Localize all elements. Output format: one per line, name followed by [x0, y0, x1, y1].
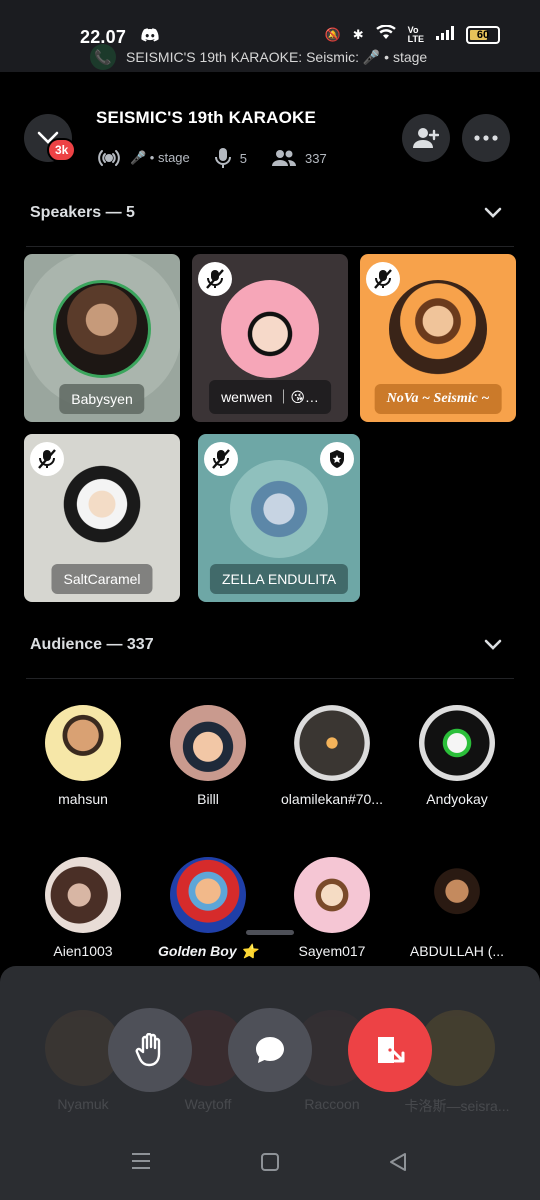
audience-name: Waytoff [184, 1096, 232, 1112]
chat-button[interactable] [228, 1008, 312, 1092]
ongoing-call-notification[interactable]: 📞 SEISMIC'S 19th KARAOKE: Seismic: 🎤 • s… [90, 44, 427, 70]
speaker-tile-zella[interactable]: ZELLA ENDULITA [198, 434, 360, 602]
notification-text: SEISMIC'S 19th KARAOKE: Seismic: 🎤 • sta… [126, 48, 428, 65]
audience-member[interactable]: Sayem017 [270, 857, 394, 959]
stage-call-icon: 📞 [90, 44, 116, 70]
avatar [170, 705, 246, 781]
avatar [230, 460, 328, 558]
status-icons: 🔕 ✱ Vo LTE 60 [324, 24, 500, 44]
notification-badge: 3k [47, 138, 77, 162]
section-divider [26, 246, 514, 247]
audience-name: Andyokay [426, 791, 488, 807]
sheet-drag-handle[interactable] [246, 930, 294, 935]
recents-nav-button[interactable] [130, 1152, 152, 1175]
avatar [170, 857, 246, 933]
audience-member[interactable]: Andyokay [395, 705, 519, 807]
listeners-count: 337 [305, 150, 327, 166]
audience-name: Raccoon [304, 1096, 360, 1112]
mute-bell-icon: 🔕 [324, 26, 341, 42]
audience-collapse-toggle[interactable] [484, 638, 502, 656]
people-icon [272, 150, 296, 166]
speaker-tile-babysyen[interactable]: Babysyen [24, 254, 180, 422]
bluetooth-icon: ✱ [352, 26, 364, 42]
page-title: SEISMIC'S 19th KARAOKE [96, 108, 317, 127]
audience-member[interactable]: olamilekan#70... [270, 705, 394, 807]
wifi-icon [375, 24, 396, 44]
back-nav-button[interactable] [388, 1152, 408, 1177]
leave-door-icon [378, 1037, 405, 1063]
avatar [294, 857, 370, 933]
menu-lines-icon [132, 1153, 150, 1169]
speaker-name: Babysyen [59, 384, 145, 414]
audience-name: 卡洛斯—seisra... [404, 1098, 510, 1114]
microphone-icon [214, 148, 231, 168]
invite-button[interactable] [402, 114, 450, 162]
audience-member[interactable]: mahsun [21, 705, 145, 807]
avatar [53, 460, 151, 558]
audience-name: Golden Boy ⭐ [158, 943, 258, 959]
avatar [419, 857, 495, 933]
avatar [53, 280, 151, 378]
audience-name: Aien1003 [53, 943, 113, 959]
avatar [419, 705, 495, 781]
audience-name: Billl [197, 791, 219, 807]
leave-stage-button[interactable] [348, 1008, 432, 1092]
speaker-name: NoVa ~ Seismic ~ [374, 384, 502, 414]
signal-icon [436, 26, 454, 43]
avatar [45, 857, 121, 933]
audience-member[interactable]: ABDULLAH (... [395, 857, 519, 959]
stage-icon [98, 150, 120, 166]
muted-mic-icon [204, 442, 238, 476]
chevron-down-icon [484, 207, 502, 218]
back-triangle-icon [390, 1153, 406, 1171]
audience-name: mahsun [58, 791, 108, 807]
home-nav-button[interactable] [260, 1152, 280, 1177]
stage-topic: 🎤 • stage [130, 150, 190, 165]
audience-section-title: Audience — 337 [30, 636, 154, 653]
chat-bubble-icon [256, 1037, 284, 1063]
muted-mic-icon [30, 442, 64, 476]
avatar [389, 280, 487, 378]
audience-name: Nyamuk [57, 1096, 109, 1112]
speaker-tile-wenwen[interactable]: wenwen ｜😘… [192, 254, 348, 422]
speaker-tile-nova[interactable]: NoVa ~ Seismic ~ [360, 254, 516, 422]
raise-hand-button[interactable] [108, 1008, 192, 1092]
raise-hand-icon [135, 1033, 161, 1067]
add-person-icon [413, 128, 439, 148]
speaker-name: ZELLA ENDULITA [209, 564, 349, 594]
moderator-shield-icon [320, 442, 354, 476]
avatar [45, 705, 121, 781]
speakers-count: 5 [239, 150, 247, 166]
speaker-tile-saltcaramel[interactable]: SaltCaramel [24, 434, 180, 602]
audience-member[interactable]: Billl [146, 705, 270, 807]
square-icon [261, 1153, 279, 1171]
stage-meta: 🎤 • stage 5 337 [96, 145, 327, 171]
audience-name: ABDULLAH (... [409, 943, 505, 959]
speakers-section-title: Speakers — 5 [30, 204, 135, 221]
audience-name: olamilekan#70... [281, 791, 383, 807]
status-bar: 22.07 🔕 ✱ Vo LTE 60 📞 SEISMIC'S 19th KARA… [0, 0, 540, 72]
volte-icon: Vo LTE [407, 24, 424, 44]
more-options-button[interactable] [462, 114, 510, 162]
avatar [221, 280, 319, 378]
speaker-name: wenwen ｜😘… [209, 380, 331, 414]
muted-mic-icon [366, 262, 400, 296]
avatar [294, 705, 370, 781]
battery-icon: 60 [466, 25, 500, 44]
audience-name: Sayem017 [298, 943, 366, 959]
audience-member[interactable]: Golden Boy ⭐ [146, 857, 270, 960]
chevron-down-icon [484, 639, 502, 650]
audience-member[interactable]: Aien1003 [21, 857, 145, 959]
muted-mic-icon [198, 262, 232, 296]
speakers-collapse-toggle[interactable] [484, 206, 502, 224]
speaker-name: SaltCaramel [51, 564, 153, 594]
section-divider [26, 678, 514, 679]
more-dots-icon [474, 135, 498, 141]
